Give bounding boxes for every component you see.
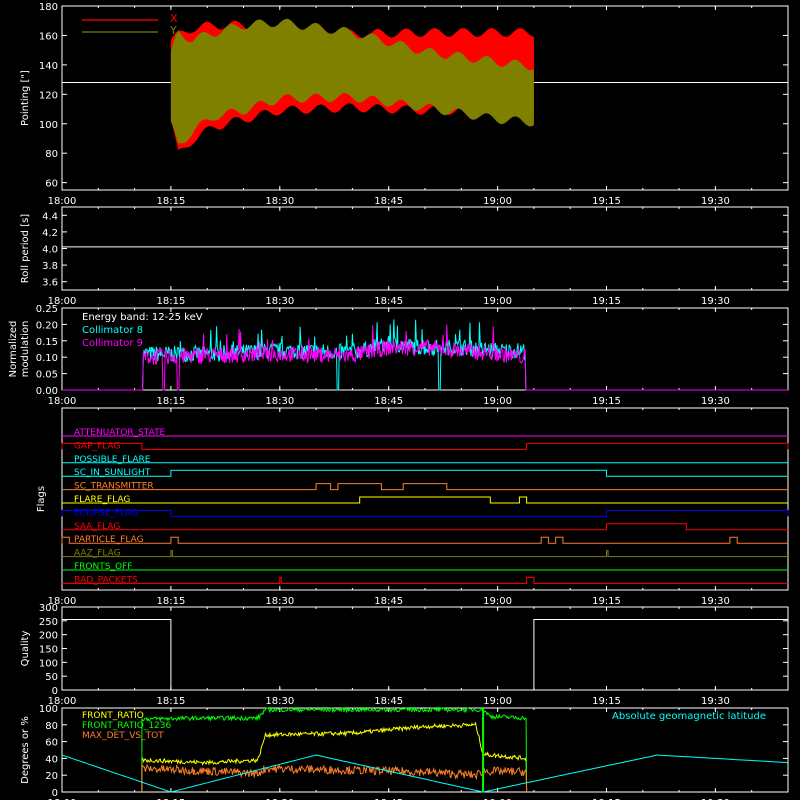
ylabel-1: Roll period [s] bbox=[20, 214, 31, 283]
time-tick-label-5: 19:15 bbox=[592, 196, 621, 207]
time-tick-label-5: 19:15 bbox=[592, 396, 621, 407]
ylabel-5: Degrees or % bbox=[20, 716, 31, 784]
time-tick-label-1: 18:15 bbox=[156, 596, 185, 607]
ytick-label-2-2: 0.10 bbox=[36, 353, 58, 364]
ylabel-2-b: modulation bbox=[20, 321, 31, 378]
ytick-label-1-4: 4.4 bbox=[42, 211, 58, 222]
time-tick-label-1: 18:15 bbox=[156, 396, 185, 407]
ytick-label-2-5: 0.25 bbox=[36, 304, 58, 315]
time-tick-label-2: 18:30 bbox=[265, 196, 294, 207]
time-tick-label-2: 18:30 bbox=[265, 696, 294, 707]
time-tick-label-1: 18:15 bbox=[156, 696, 185, 707]
time-tick-label-3: 18:45 bbox=[374, 396, 403, 407]
time-tick-label-3: 18:45 bbox=[374, 596, 403, 607]
ytick-label-2-4: 0.20 bbox=[36, 320, 58, 331]
ratio-legend-1: FRONT_RATIO_1236 bbox=[82, 721, 172, 731]
ytick-label-4-1: 50 bbox=[45, 672, 58, 683]
ytick-label-1-0: 3.6 bbox=[42, 278, 58, 289]
ytick-label-2-1: 0.05 bbox=[36, 370, 58, 381]
time-tick-label-2: 18:30 bbox=[265, 296, 294, 307]
ratio-legend-0: FRONT_RATIO bbox=[82, 711, 144, 721]
time-tick-label-1: 18:15 bbox=[156, 196, 185, 207]
time-tick-label-3: 18:45 bbox=[374, 196, 403, 207]
ytick-label-5-5: 100 bbox=[39, 704, 58, 715]
time-tick-label-1: 18:15 bbox=[156, 296, 185, 307]
ytick-label-5-4: 80 bbox=[45, 721, 58, 732]
ytick-label-0-0: 60 bbox=[45, 179, 58, 190]
ytick-label-5-2: 40 bbox=[45, 754, 58, 765]
ytick-label-4-3: 150 bbox=[39, 645, 58, 656]
time-tick-label-0: 18:00 bbox=[48, 196, 77, 207]
ytick-label-0-1: 80 bbox=[45, 149, 58, 160]
time-tick-label-4: 19:00 bbox=[483, 596, 512, 607]
time-tick-label-4: 19:00 bbox=[483, 396, 512, 407]
time-tick-label-6: 19:30 bbox=[701, 596, 730, 607]
time-tick-label-2: 18:30 bbox=[265, 596, 294, 607]
rhessi-quicklook-figure: 18:00 18:15 18:30 18:45 19:00 19:15 19:30 60 80 1… bbox=[0, 0, 800, 800]
time-tick-label-6: 19:30 bbox=[701, 396, 730, 407]
time-tick-label-4: 19:00 bbox=[483, 196, 512, 207]
ytick-label-0-3: 120 bbox=[39, 90, 58, 101]
ytick-label-1-1: 3.8 bbox=[42, 261, 58, 272]
time-tick-label-6: 19:30 bbox=[701, 196, 730, 207]
ytick-label-0-5: 160 bbox=[39, 31, 58, 42]
time-tick-label-3: 18:45 bbox=[374, 696, 403, 707]
legend-label-Y: Y bbox=[169, 24, 177, 37]
ylabel-0: Pointing ["] bbox=[20, 70, 31, 126]
time-tick-label-4: 19:00 bbox=[483, 696, 512, 707]
ytick-label-4-4: 200 bbox=[39, 631, 58, 642]
ytick-label-1-3: 4.2 bbox=[42, 228, 58, 239]
energy-band-label: Energy band: 12-25 keV bbox=[82, 312, 203, 323]
time-tick-label-6: 19:30 bbox=[701, 296, 730, 307]
ytick-label-0-6: 180 bbox=[39, 2, 58, 13]
modulation-legend-1: Collimator 9 bbox=[82, 338, 143, 349]
ratio-legend-2: MAX_DET_VS_TOT bbox=[82, 731, 164, 741]
ylabel-3: Flags bbox=[36, 486, 47, 512]
modulation-legend-0: Collimator 8 bbox=[82, 325, 143, 336]
ytick-label-5-0: 0 bbox=[52, 788, 58, 799]
ytick-label-2-3: 0.15 bbox=[36, 337, 58, 348]
time-tick-label-6: 19:30 bbox=[701, 696, 730, 707]
ytick-label-0-4: 140 bbox=[39, 61, 58, 72]
time-tick-label-5: 19:15 bbox=[592, 596, 621, 607]
ytick-label-4-5: 250 bbox=[39, 617, 58, 628]
ytick-label-1-2: 4.0 bbox=[42, 245, 58, 256]
ytick-label-4-6: 300 bbox=[39, 603, 58, 614]
ylabel-4: Quality bbox=[20, 631, 31, 667]
ytick-label-0-2: 100 bbox=[39, 120, 58, 131]
ytick-label-4-0: 0 bbox=[52, 686, 58, 697]
ytick-label-5-3: 60 bbox=[45, 738, 58, 749]
time-tick-label-5: 19:15 bbox=[592, 296, 621, 307]
latitude-legend: Absolute geomagnetic latitude bbox=[612, 711, 766, 722]
ytick-label-4-2: 100 bbox=[39, 658, 58, 669]
time-tick-label-0: 18:00 bbox=[48, 396, 77, 407]
time-tick-label-2: 18:30 bbox=[265, 396, 294, 407]
ytick-label-5-1: 20 bbox=[45, 771, 58, 782]
time-tick-label-3: 18:45 bbox=[374, 296, 403, 307]
time-tick-label-5: 19:15 bbox=[592, 696, 621, 707]
ylabel-2-a: Normalized bbox=[8, 321, 19, 378]
time-tick-label-4: 19:00 bbox=[483, 296, 512, 307]
ytick-label-2-0: 0.00 bbox=[36, 386, 58, 397]
